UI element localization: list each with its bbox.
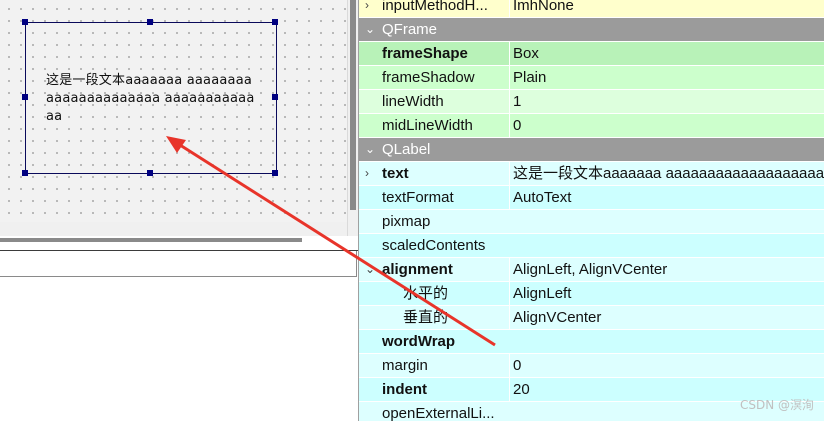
property-value[interactable]: ImhNone: [509, 0, 824, 17]
property-value[interactable]: AlignLeft: [509, 282, 824, 305]
lower-panel: [0, 251, 357, 277]
resize-handle-bottom-right[interactable]: [272, 170, 278, 176]
property-name: scaledContents: [382, 237, 486, 254]
resize-handle-bottom-left[interactable]: [22, 170, 28, 176]
property-row[interactable]: frameShape Box: [359, 42, 824, 66]
property-value[interactable]: 这是一段文本aaaaaaa aaaaaaaaaaaaaaaaaaaaa: [509, 162, 824, 185]
label-text: 这是一段文本aaaaaaa aaaaaaaaaaaaaaaaaaaaaa aaa…: [46, 73, 255, 124]
property-value[interactable]: Box: [509, 42, 824, 65]
property-value[interactable]: AutoText: [509, 186, 824, 209]
property-group-qframe[interactable]: ⌄ QFrame: [359, 18, 824, 42]
property-name: frameShadow: [382, 69, 475, 86]
resize-handle-top[interactable]: [147, 19, 153, 25]
collapse-chevron-icon[interactable]: ⌄: [365, 138, 377, 161]
property-name: textFormat: [382, 189, 454, 206]
property-name: alignment: [382, 261, 453, 278]
property-row[interactable]: 水平的 AlignLeft: [359, 282, 824, 306]
property-row[interactable]: margin 0: [359, 354, 824, 378]
property-value[interactable]: 0: [509, 354, 824, 377]
property-row[interactable]: wordWrap: [359, 330, 824, 354]
property-editor[interactable]: › inputMethodH... ImhNone ⌄ QFrame frameShape…: [358, 0, 824, 421]
expand-chevron-icon[interactable]: ›: [365, 162, 377, 185]
resize-handle-top-right[interactable]: [272, 19, 278, 25]
property-value[interactable]: AlignVCenter: [509, 306, 824, 329]
scrollbar-thumb[interactable]: [350, 0, 356, 210]
property-row[interactable]: › inputMethodH... ImhNone: [359, 0, 824, 18]
collapse-chevron-icon[interactable]: ⌄: [365, 258, 377, 281]
property-name: midLineWidth: [382, 117, 473, 134]
property-name: 垂直的: [403, 309, 449, 326]
property-value[interactable]: AlignLeft, AlignVCenter: [509, 258, 824, 281]
canvas-horizontal-scrollbar[interactable]: [0, 238, 302, 242]
property-row[interactable]: frameShadow Plain: [359, 66, 824, 90]
resize-handle-top-left[interactable]: [22, 19, 28, 25]
property-name: frameShape: [382, 45, 468, 62]
property-row[interactable]: scaledContents: [359, 234, 824, 258]
expand-chevron-icon[interactable]: ›: [365, 0, 377, 17]
property-name: wordWrap: [382, 333, 456, 350]
property-name: inputMethodH...: [382, 0, 488, 14]
property-value[interactable]: 1: [509, 90, 824, 113]
resize-handle-right[interactable]: [272, 94, 278, 100]
resize-handle-left[interactable]: [22, 94, 28, 100]
property-row[interactable]: lineWidth 1: [359, 90, 824, 114]
property-row[interactable]: › text 这是一段文本aaaaaaa aaaaaaaaaaaaaaaaaaaaa: [359, 162, 824, 186]
property-name: margin: [382, 357, 428, 374]
property-group-qlabel[interactable]: ⌄ QLabel: [359, 138, 824, 162]
property-name: pixmap: [382, 213, 431, 230]
form-canvas[interactable]: 这是一段文本aaaaaaa aaaaaaaaaaaaaaaaaaaaaa aaa…: [0, 0, 347, 222]
property-row[interactable]: ⌄ alignment AlignLeft, AlignVCenter: [359, 258, 824, 282]
property-name: 水平的: [403, 285, 449, 302]
property-value[interactable]: 0: [509, 114, 824, 137]
property-row[interactable]: midLineWidth 0: [359, 114, 824, 138]
property-row[interactable]: pixmap: [359, 210, 824, 234]
property-row[interactable]: textFormat AutoText: [359, 186, 824, 210]
property-name: openExternalLi...: [382, 405, 495, 421]
canvas-bottom-strip: [0, 222, 347, 236]
watermark: CSDN @溟洵: [739, 398, 814, 412]
property-name: lineWidth: [382, 93, 444, 110]
collapse-chevron-icon[interactable]: ⌄: [365, 18, 377, 41]
property-value[interactable]: Plain: [509, 66, 824, 89]
property-group-label: QFrame: [382, 21, 438, 38]
property-name: indent: [382, 381, 427, 398]
property-row[interactable]: 垂直的 AlignVCenter: [359, 306, 824, 330]
property-group-label: QLabel: [382, 141, 431, 158]
property-name: text: [382, 165, 409, 182]
resize-handle-bottom[interactable]: [147, 170, 153, 176]
